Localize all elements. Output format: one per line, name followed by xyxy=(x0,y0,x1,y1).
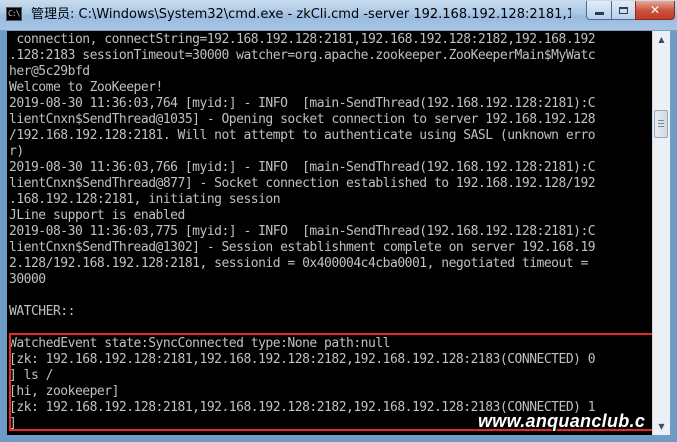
prompt-glyph: C:\ xyxy=(8,9,20,18)
scroll-down-arrow-icon[interactable]: ▼ xyxy=(653,418,670,435)
console-line: JLine support is enabled xyxy=(9,208,185,223)
console-line: lientCnxn$SendThread@1302] - Session est… xyxy=(9,240,596,255)
thumb-grip-line xyxy=(658,123,664,124)
console-line: .128:2183 sessionTimeout=30000 watcher=o… xyxy=(9,48,596,63)
thumb-grip-line xyxy=(658,126,664,127)
maximize-button[interactable] xyxy=(611,1,636,20)
console-line: 2019-08-30 11:36:03,764 [myid:] - INFO [… xyxy=(9,96,596,111)
thumb-grip-line xyxy=(658,120,664,121)
console-output[interactable]: connection, connectString=192.168.192.12… xyxy=(7,31,652,435)
console-line: 2019-08-30 11:36:03,766 [myid:] - INFO [… xyxy=(9,160,596,175)
scrollbar-thumb[interactable] xyxy=(654,110,668,138)
title-bar[interactable]: C:\ 管理员: C:\Windows\System32\cmd.exe - z… xyxy=(0,0,677,31)
console-line: 2019-08-30 11:36:03,775 [myid:] - INFO [… xyxy=(9,224,596,239)
vertical-scrollbar[interactable]: ▲ ▼ xyxy=(652,31,670,435)
watermark-text: www.anquanclub.c xyxy=(478,411,646,431)
console-line: 2.128/192.168.192.128:2181, sessionid = … xyxy=(9,256,588,271)
console-line: lientCnxn$SendThread@1035] - Opening soc… xyxy=(9,112,596,127)
console-text-area: connection, connectString=192.168.192.12… xyxy=(9,32,652,432)
minimize-icon xyxy=(594,11,604,15)
console-line: [zk: 192.168.192.128:2181,192.168.192.12… xyxy=(9,352,596,367)
console-line: her@5c29bfd xyxy=(9,64,90,79)
console-line: r) xyxy=(9,144,24,159)
window-title: 管理员: C:\Windows\System32\cmd.exe - zkCli… xyxy=(31,7,571,22)
close-button[interactable]: ✕ xyxy=(635,1,675,20)
scroll-up-arrow-icon[interactable]: ▲ xyxy=(653,31,670,48)
console-line: /192.168.192.128:2181. Will not attempt … xyxy=(9,128,596,143)
console-line: connection, connectString=192.168.192.12… xyxy=(9,32,596,47)
cmd-console-icon[interactable]: C:\ xyxy=(6,7,22,21)
console-line: [hi, zookeeper] xyxy=(9,384,119,399)
console-line: WATCHER:: xyxy=(9,304,75,319)
minimize-button[interactable] xyxy=(586,1,612,20)
console-window: C:\ 管理员: C:\Windows\System32\cmd.exe - z… xyxy=(0,0,677,442)
console-line: 30000 xyxy=(9,272,46,287)
console-line: ] ls / xyxy=(9,368,53,383)
close-icon: ✕ xyxy=(649,3,661,17)
console-line: .168.192.128:2181, initiating session xyxy=(9,192,281,207)
console-line: Welcome to ZooKeeper! xyxy=(9,80,163,95)
console-line: WatchedEvent state:SyncConnected type:No… xyxy=(9,336,391,351)
console-line: lientCnxn$SendThread@877] - Socket conne… xyxy=(9,176,596,191)
maximize-icon xyxy=(619,6,628,14)
